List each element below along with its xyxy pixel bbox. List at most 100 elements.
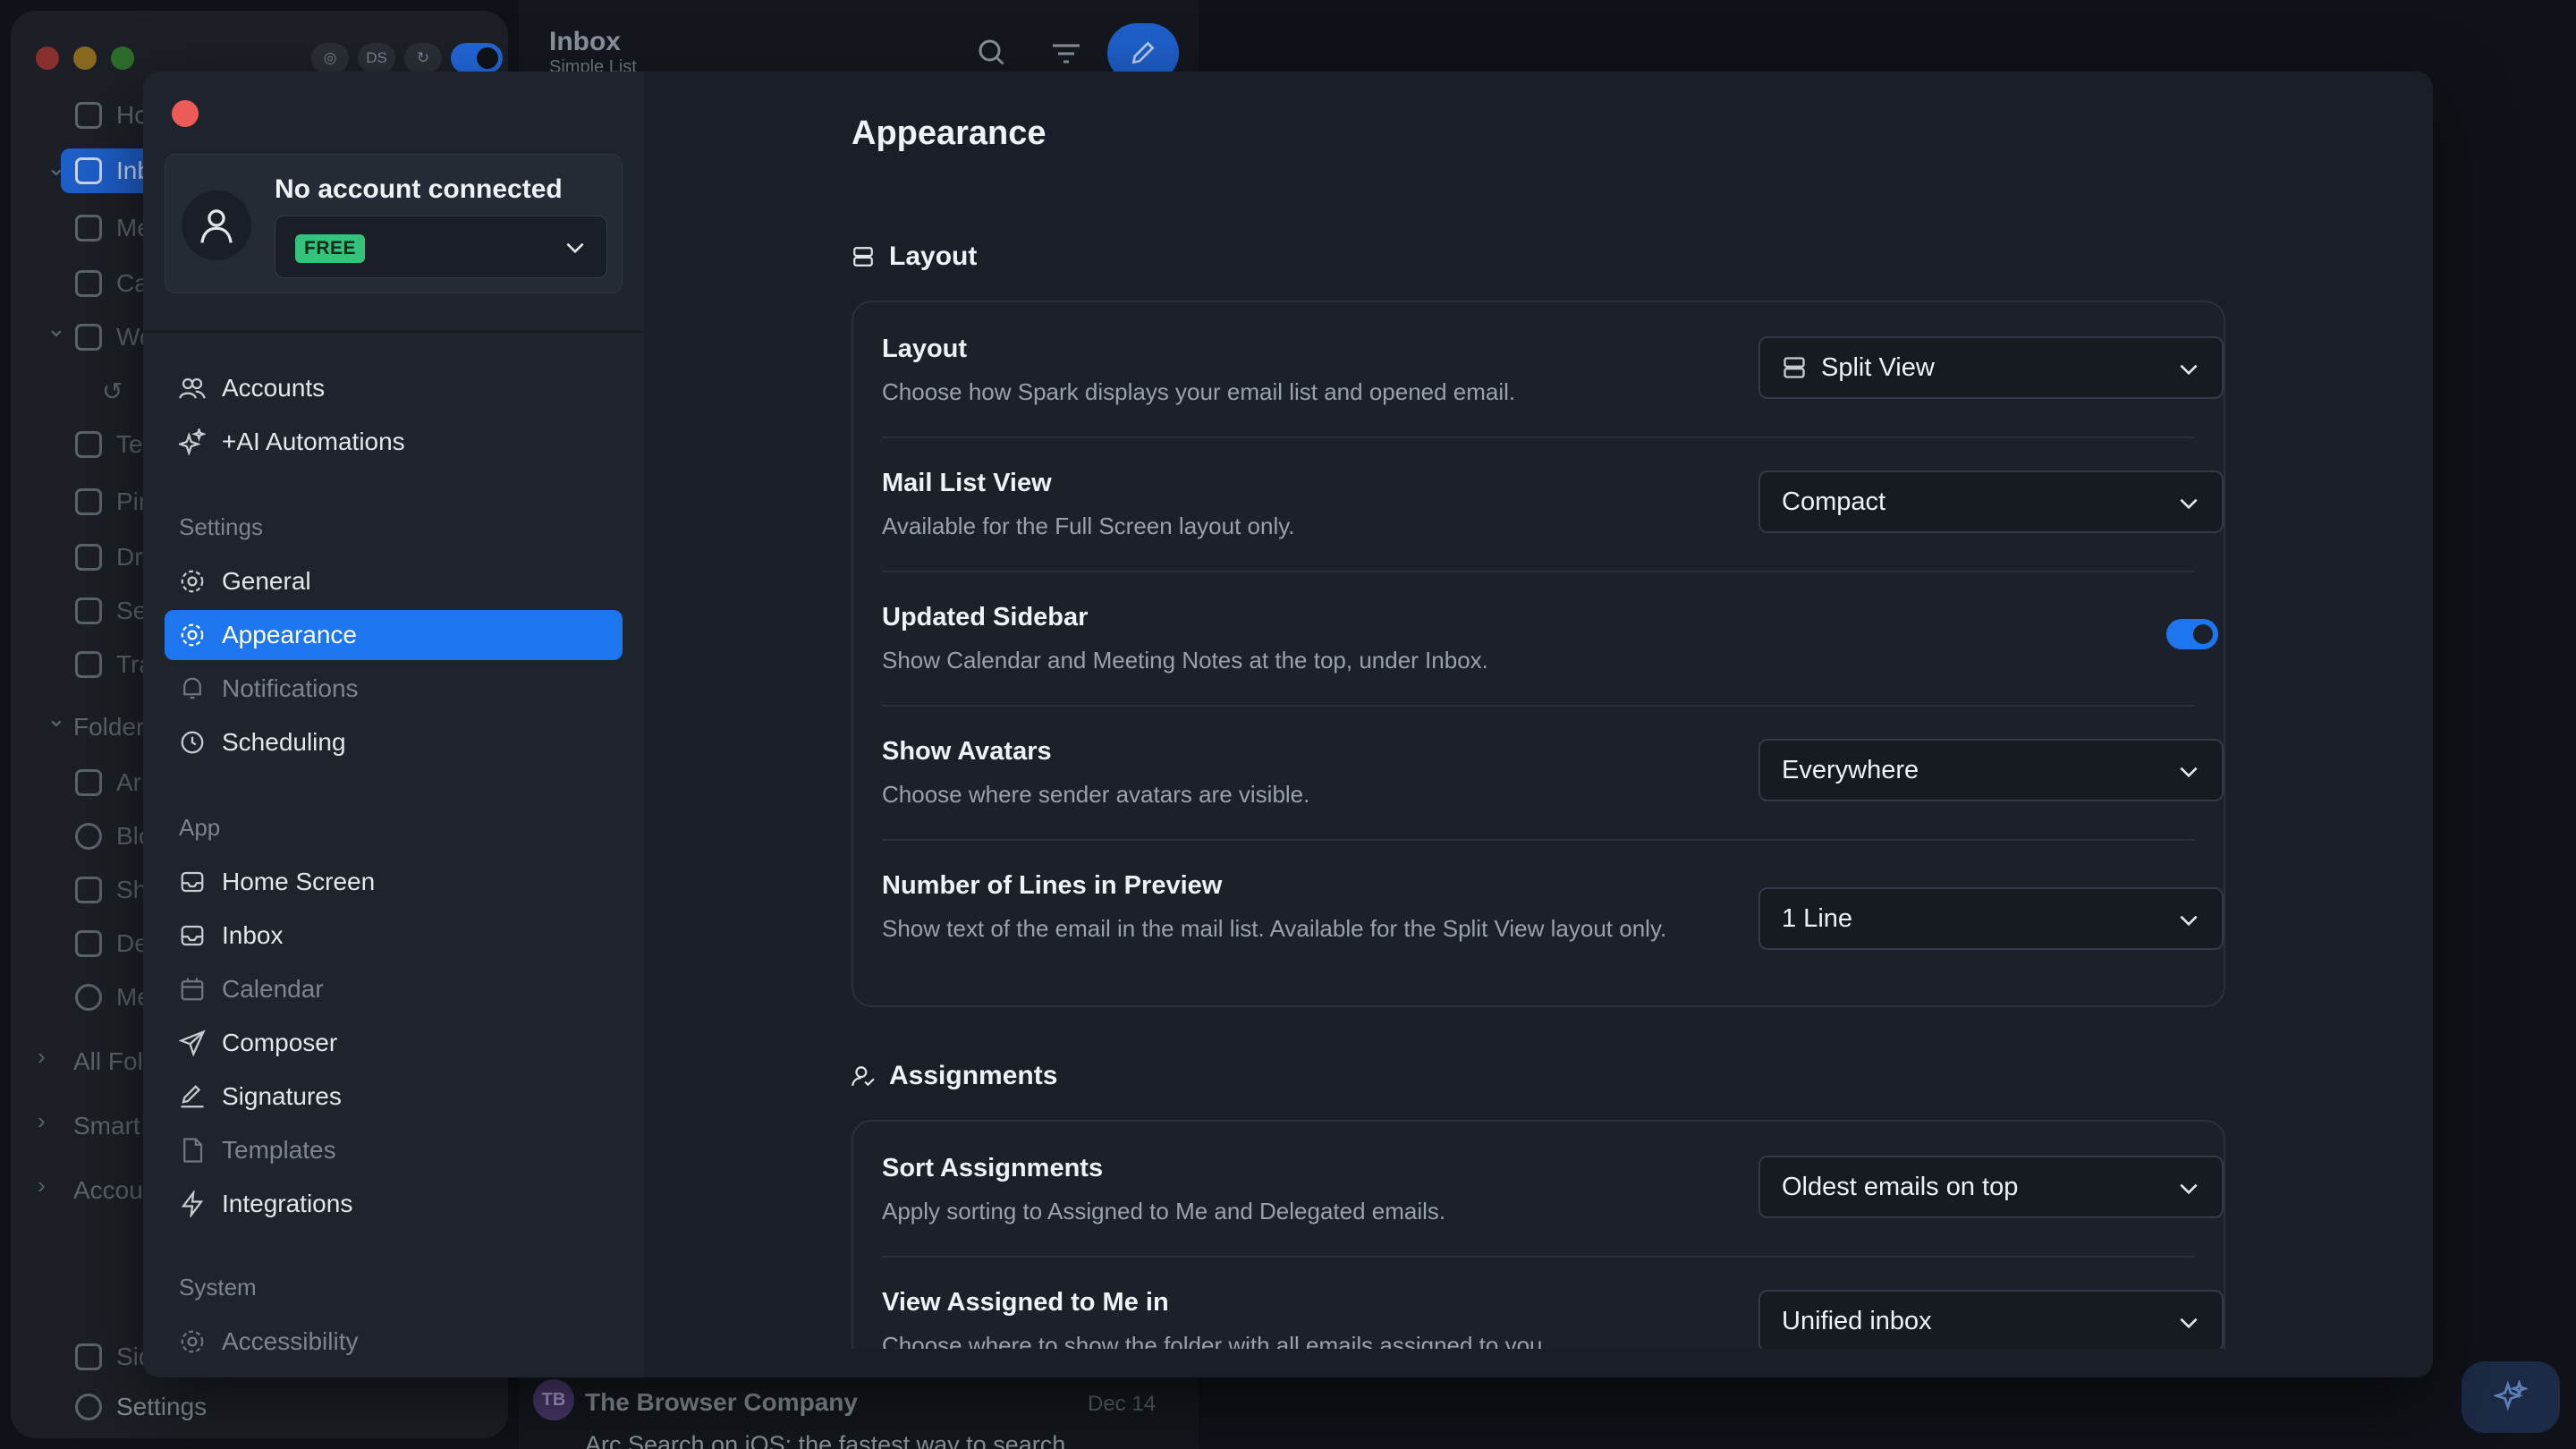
user-icon: [182, 191, 251, 260]
mail-subject: Arc Search on iOS: the fastest way to se…: [585, 1431, 1066, 1449]
sidebar-item-ai-automations[interactable]: +AI Automations: [165, 417, 623, 467]
split-view-icon: [1782, 355, 1807, 380]
bg-item: Pin: [75, 479, 152, 524]
setting-description: Show Calendar and Meeting Notes at the t…: [882, 647, 1488, 674]
select-value: Compact: [1782, 487, 1886, 516]
mail-list-view-select[interactable]: Compact: [1758, 470, 2224, 533]
mail-date: Dec 14: [1088, 1392, 1157, 1416]
setting-row-show-avatars: Show Avatars Choose where sender avatars…: [882, 705, 2224, 839]
bg-item-label: Settings: [116, 1393, 208, 1420]
sidebar-item-label: Notifications: [222, 674, 359, 702]
sidebar-item-scheduling[interactable]: Scheduling: [165, 717, 623, 767]
bg-item: ↺: [102, 369, 123, 413]
bg-item: Wo: [75, 315, 154, 360]
sender-avatar: TB: [533, 1379, 574, 1420]
background-inbox-title: Inbox: [549, 27, 621, 56]
account-card: No account connected FREE: [165, 154, 623, 293]
sidebar-divider: [143, 331, 644, 333]
chevron-right-icon: ›: [38, 1043, 46, 1070]
users-icon: [75, 930, 102, 957]
bg-item-label: Dr: [116, 543, 143, 571]
sidebar-item-home-screen[interactable]: Home Screen: [165, 857, 623, 907]
setting-description: Choose how Spark displays your email lis…: [882, 378, 1516, 405]
users-icon: [75, 431, 102, 458]
bg-item: Sid: [75, 1335, 152, 1379]
window-close-dot: [36, 47, 59, 70]
window-minimize-dot: [73, 47, 97, 70]
check-icon: [75, 769, 102, 796]
history-icon: ↺: [102, 377, 123, 405]
select-value: Split View: [1821, 352, 1935, 382]
select-value: 1 Line: [1782, 903, 1853, 933]
chevron-down-icon: ⌄: [47, 705, 66, 732]
inbox-icon: [75, 157, 102, 184]
setting-title: Show Avatars: [882, 737, 1052, 766]
bg-item-label: Accou: [73, 1176, 143, 1204]
sidebar-item-label: Appearance: [222, 621, 358, 648]
setting-description: Available for the Full Screen layout onl…: [882, 513, 1295, 539]
chevron-down-icon: [2177, 1311, 2200, 1335]
pen-icon: [179, 1083, 206, 1110]
sidebar-item-inbox[interactable]: Inbox: [165, 911, 623, 961]
users-icon: [179, 375, 206, 402]
mail-sender: The Browser Company: [585, 1388, 858, 1416]
setting-row-mail-list-view: Mail List View Available for the Full Sc…: [882, 436, 2224, 571]
settings-modal: No account connected FREE Accounts +AI A…: [143, 72, 2433, 1377]
gear-icon: [179, 1328, 206, 1355]
sidebar-item-label: Home Screen: [222, 868, 376, 895]
chevron-down-icon: [2177, 358, 2200, 381]
layout-select[interactable]: Split View: [1758, 336, 2224, 399]
sidebar-item-general[interactable]: General: [165, 556, 623, 606]
account-dropdown[interactable]: FREE: [275, 216, 607, 278]
bg-item: Me: [75, 206, 151, 250]
background-toggle: [451, 43, 503, 73]
sidebar-item-integrations[interactable]: Integrations: [165, 1179, 623, 1229]
calendar-icon: [75, 270, 102, 297]
account-title: No account connected: [275, 174, 563, 204]
sidebar-item-signatures[interactable]: Signatures: [165, 1072, 623, 1122]
settings-sidebar: No account connected FREE Accounts +AI A…: [143, 72, 644, 1377]
inbox-icon: [179, 869, 206, 895]
setting-title: Sort Assignments: [882, 1154, 1104, 1182]
view-assigned-select[interactable]: Unified inbox: [1758, 1290, 2224, 1352]
pin-icon: [75, 488, 102, 515]
document-icon: [75, 544, 102, 571]
gear-icon: [75, 1394, 102, 1420]
bg-item: Sh: [75, 868, 147, 912]
section-heading-assignments: Assignments: [852, 1061, 1057, 1091]
sidebar-item-appearance[interactable]: Appearance: [165, 610, 623, 660]
bg-item-label: Smart: [73, 1112, 140, 1140]
sidebar-item-composer[interactable]: Composer: [165, 1018, 623, 1068]
bg-item: Me: [75, 975, 151, 1020]
sync-icon: ↻: [404, 43, 442, 73]
sidebar-item-label: Accessibility: [222, 1327, 359, 1355]
sort-assignments-select[interactable]: Oldest emails on top: [1758, 1156, 2224, 1218]
setting-description: Choose where sender avatars are visible.: [882, 781, 1310, 808]
bell-icon: [179, 675, 206, 702]
section-heading-label: Assignments: [889, 1061, 1058, 1090]
section-heading-system: System: [179, 1274, 257, 1301]
filter-icon: [1050, 39, 1082, 68]
select-value: Everywhere: [1782, 755, 1919, 784]
window-zoom-dot: [111, 47, 134, 70]
setting-title: Number of Lines in Preview: [882, 871, 1223, 900]
sidebar-item-notifications[interactable]: Notifications: [165, 664, 623, 714]
sidebar-item-accessibility[interactable]: Accessibility: [165, 1317, 623, 1367]
document-icon: [75, 215, 102, 242]
sidebar-item-templates[interactable]: Templates: [165, 1125, 623, 1175]
mail-icon: [75, 877, 102, 903]
sidebar-item-calendar[interactable]: Calendar: [165, 964, 623, 1014]
show-avatars-select[interactable]: Everywhere: [1758, 739, 2224, 801]
sidebar-item-label: Signatures: [222, 1082, 342, 1110]
home-icon: [75, 102, 102, 129]
bg-item: Tra: [75, 642, 153, 687]
ds-chip: DS: [358, 43, 395, 73]
section-heading-layout: Layout: [852, 242, 977, 272]
bolt-icon: [179, 1191, 206, 1217]
sidebar-item-accounts[interactable]: Accounts: [165, 363, 623, 413]
preview-lines-select[interactable]: 1 Line: [1758, 887, 2224, 950]
sparkles-icon: [179, 428, 206, 455]
close-button[interactable]: [172, 100, 199, 127]
select-value: Oldest emails on top: [1782, 1172, 2019, 1201]
updated-sidebar-toggle[interactable]: [2166, 619, 2218, 649]
